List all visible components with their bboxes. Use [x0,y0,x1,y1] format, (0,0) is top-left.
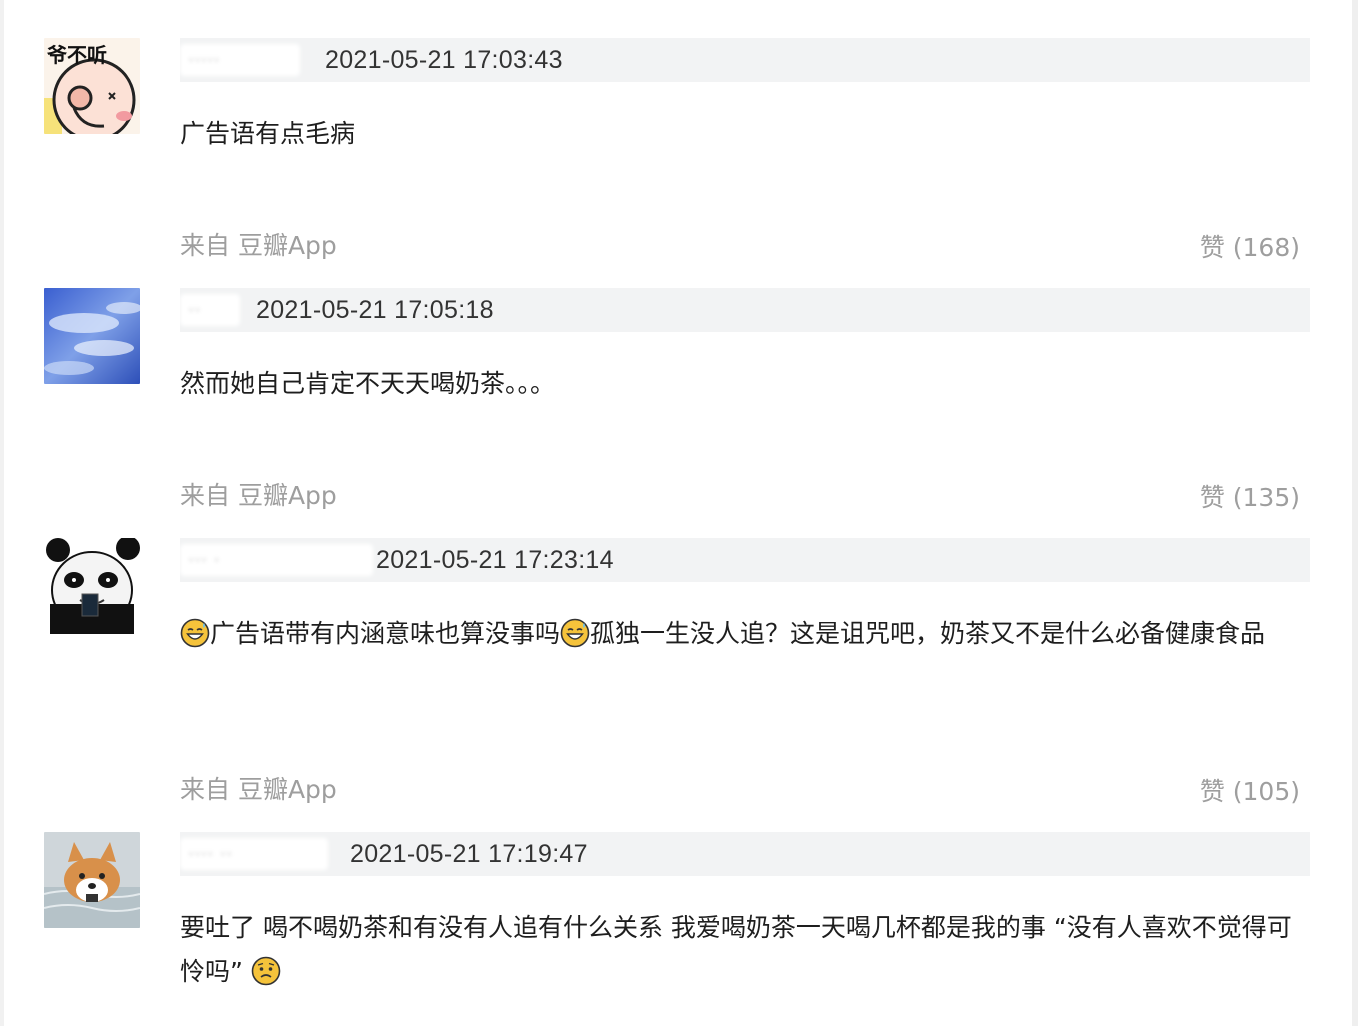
worried-face-emoji-icon [251,956,281,986]
comment-timestamp: 2021-05-21 17:19:47 [350,840,588,868]
comment-text: 广告语有点毛病 [180,112,1310,156]
comment-text-part: 广告语有点毛病 [180,119,356,148]
comment-timestamp: 2021-05-21 17:03:43 [325,46,563,74]
comment-header: ··· · 2021-05-21 17:23:14 [180,538,1310,582]
user-avatar[interactable] [44,832,140,928]
blue-sky-icon [44,288,140,384]
corgi-dog-icon [44,832,140,928]
grinning-sweat-emoji-icon [560,618,590,648]
username-blurred[interactable]: ·· [180,294,240,326]
username-blurred[interactable]: ···· ·· [180,838,328,870]
panda-meme-icon [44,538,140,634]
comment-timestamp: 2021-05-21 17:23:14 [376,546,614,574]
user-avatar[interactable]: 爷不听 [44,38,140,134]
avatar-overlay-text: 爷不听 [47,43,107,67]
comment-text: 广告语带有内涵意味也算没事吗 孤独一生没人追？这是诅咒吧，奶茶又不是什么必备健康… [180,612,1310,656]
username-blurred[interactable]: ··· · [180,544,373,576]
like-button[interactable]: 赞 (105) [1200,774,1300,810]
source-label: 来自 豆瓣App [180,775,337,804]
comment-meta: 来自 豆瓣App 赞 (105) [180,772,1300,808]
left-edge [0,0,4,1026]
comment-text: 然而她自己肯定不天天喝奶茶。。。 [180,362,1310,406]
grinning-sweat-emoji-icon [180,618,210,648]
right-scroll-edge [1352,0,1358,1026]
comment-timestamp: 2021-05-21 17:05:18 [256,296,494,324]
source-label: 来自 豆瓣App [180,481,337,510]
like-button[interactable]: 赞 (135) [1200,480,1300,516]
comment-header: ····· 2021-05-21 17:03:43 [180,38,1310,82]
comment-text: 要吐了 喝不喝奶茶和有没有人追有什么关系 我爱喝奶茶一天喝几杯都是我的事 “没有… [180,906,1310,994]
comment-header: ·· 2021-05-21 17:05:18 [180,288,1310,332]
username-blurred[interactable]: ····· [180,44,300,76]
source-label: 来自 豆瓣App [180,231,337,260]
comment-text-part: 孤独一生没人追？这是诅咒吧，奶茶又不是什么必备健康食品 [590,619,1266,648]
comment-header: ···· ·· 2021-05-21 17:19:47 [180,832,1310,876]
comment-meta: 来自 豆瓣App 赞 (135) [180,478,1300,514]
user-avatar[interactable] [44,288,140,384]
like-button[interactable]: 赞 (168) [1200,230,1300,266]
comment-text-part: 然而她自己肯定不天天喝奶茶。。。 [180,369,556,398]
comment-text-part: 要吐了 喝不喝奶茶和有没有人追有什么关系 我爱喝奶茶一天喝几杯都是我的事 “没有… [180,913,1292,986]
cartoon-face-icon: 爷不听 [44,38,140,134]
comment-text-part: 广告语带有内涵意味也算没事吗 [210,619,561,648]
user-avatar[interactable] [44,538,140,634]
comment-meta: 来自 豆瓣App 赞 (168) [180,228,1300,264]
